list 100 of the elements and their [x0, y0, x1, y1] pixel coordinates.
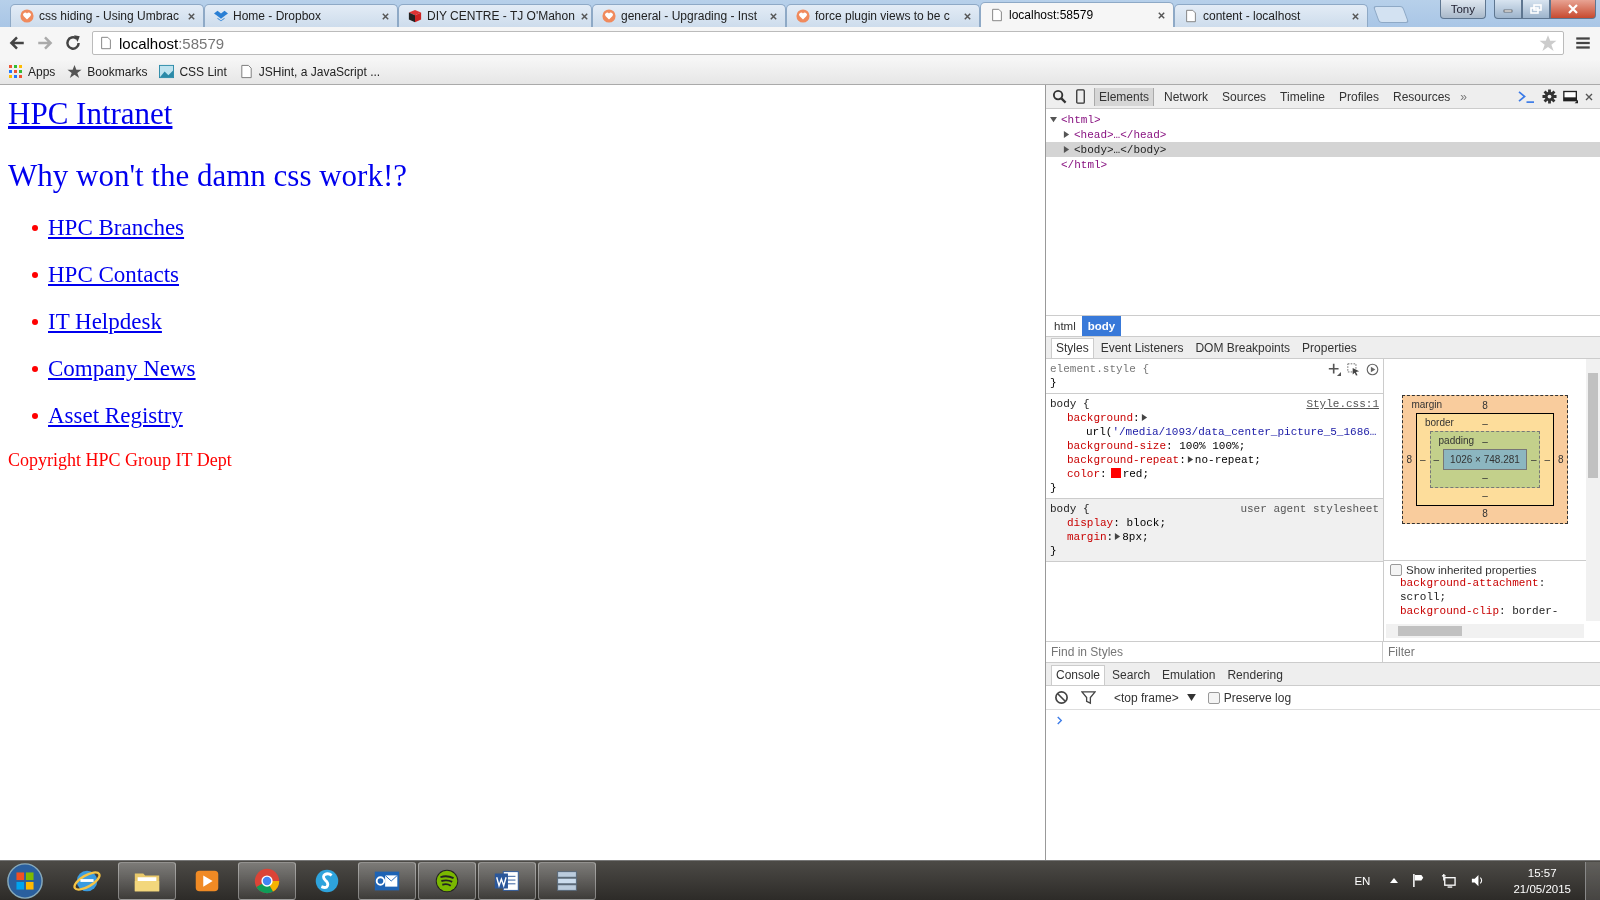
close-button[interactable] — [1550, 0, 1596, 19]
css-declaration[interactable]: background-repeat: no-repeat; — [1050, 453, 1379, 467]
bookmark-star-icon[interactable] — [1539, 34, 1557, 52]
taskbar-button[interactable] — [238, 861, 296, 900]
expand-triangle-icon[interactable] — [1114, 533, 1122, 540]
close-icon[interactable] — [381, 11, 390, 21]
css-declaration[interactable]: background-size: 100% 100%; — [1050, 439, 1379, 453]
panel-tab[interactable]: Resources — [1389, 87, 1455, 106]
clear-icon[interactable] — [1054, 690, 1069, 705]
dropdown-arrow-icon[interactable] — [1186, 694, 1196, 701]
source-link[interactable]: Style.css:1 — [1306, 398, 1379, 410]
show-desktop-button[interactable] — [1585, 861, 1600, 900]
settings-icon[interactable] — [1542, 89, 1557, 104]
play-circle-icon[interactable] — [1366, 362, 1379, 376]
panel-tab[interactable]: Network — [1160, 87, 1213, 106]
panel-tab[interactable]: Sources — [1218, 87, 1271, 106]
browser-tab[interactable]: general - Upgrading - Inst — [592, 4, 786, 27]
horizontal-scrollbar[interactable] — [1386, 624, 1584, 638]
close-icon[interactable] — [963, 11, 972, 21]
restore-button[interactable] — [1522, 0, 1550, 19]
profile-button[interactable]: Tony — [1439, 0, 1486, 19]
nav-link[interactable]: HPC Contacts — [48, 261, 179, 289]
network-icon[interactable] — [1441, 873, 1457, 888]
mobile-device-icon[interactable] — [1073, 89, 1088, 104]
close-icon[interactable] — [1351, 11, 1360, 21]
sidebar-tab[interactable]: Properties — [1297, 338, 1362, 358]
reload-icon[interactable] — [64, 34, 82, 52]
drawer-tab[interactable]: Emulation — [1157, 665, 1221, 685]
close-icon[interactable] — [1584, 91, 1594, 102]
color-swatch[interactable] — [1110, 468, 1121, 478]
minimize-button[interactable] — [1494, 0, 1522, 19]
taskbar-button[interactable] — [538, 861, 596, 900]
source-label: user agent stylesheet — [1240, 503, 1379, 515]
checkbox-label[interactable]: Show inherited properties — [1390, 564, 1584, 576]
menu-icon[interactable] — [1574, 34, 1592, 52]
drawer-tab[interactable]: Search — [1107, 665, 1156, 685]
show-hidden-icons-icon[interactable] — [1390, 878, 1399, 883]
close-icon[interactable] — [769, 11, 778, 21]
bookmark-link[interactable]: JSHint, a JavaScript ... — [238, 64, 381, 79]
panel-tab[interactable]: Profiles — [1335, 87, 1383, 106]
browser-tab[interactable]: force plugin views to be c — [786, 4, 980, 27]
dom-node[interactable]: </html> — [1046, 157, 1600, 172]
language-indicator[interactable]: EN — [1354, 874, 1371, 887]
search-icon[interactable] — [1052, 89, 1067, 104]
nav-link[interactable]: Asset Registry — [48, 402, 183, 430]
console-prompt-icon[interactable] — [1517, 89, 1536, 104]
dom-node[interactable]: <body>…</body> — [1046, 142, 1600, 157]
css-declaration[interactable]: display: block; — [1050, 516, 1379, 530]
dom-node[interactable]: <html> — [1046, 112, 1600, 127]
sidebar-tab[interactable]: DOM Breakpoints — [1190, 338, 1296, 358]
nav-link[interactable]: IT Helpdesk — [48, 308, 162, 336]
breadcrumb[interactable]: body — [1081, 316, 1122, 336]
css-declaration[interactable]: margin: 8px; — [1050, 530, 1379, 544]
checkbox[interactable] — [1390, 564, 1402, 576]
browser-tab[interactable]: content - localhost — [1174, 4, 1368, 27]
sidebar-tab[interactable]: Styles — [1051, 338, 1094, 358]
close-icon[interactable] — [579, 11, 589, 21]
more-panels-button[interactable]: » — [1460, 89, 1468, 104]
dock-icon[interactable] — [1563, 89, 1578, 104]
disclosure-triangle-icon[interactable] — [1050, 116, 1057, 123]
drawer-tab[interactable]: Rendering — [1222, 665, 1288, 685]
breadcrumb[interactable]: html — [1048, 316, 1082, 336]
browser-tab[interactable]: Home - Dropbox — [204, 4, 398, 27]
filter-icon[interactable] — [1081, 690, 1096, 705]
nav-link[interactable]: Company News — [48, 355, 196, 383]
sidebar-tab[interactable]: Event Listeners — [1095, 338, 1189, 358]
panel-tab[interactable]: Elements — [1094, 87, 1155, 106]
browser-tab[interactable]: css hiding - Using Umbrac — [10, 4, 204, 27]
taskbar-button[interactable] — [418, 861, 476, 900]
expand-triangle-icon[interactable] — [1186, 456, 1194, 463]
checkbox-label[interactable]: Preserve log — [1207, 690, 1292, 705]
browser-tab[interactable]: DIY CENTRE - TJ O'Mahon — [398, 4, 592, 27]
drawer-tab[interactable]: Console — [1051, 665, 1106, 685]
taskbar-button[interactable] — [118, 861, 176, 900]
disclosure-triangle-icon[interactable] — [1063, 131, 1070, 138]
frame-selector[interactable]: <top frame> — [1114, 690, 1179, 705]
bookmark-link[interactable]: Apps — [8, 64, 56, 79]
dom-node[interactable]: <head>…</head> — [1046, 127, 1600, 142]
bookmark-link[interactable]: Bookmarks — [67, 64, 148, 79]
bookmark-link[interactable]: CSS Lint — [159, 64, 227, 79]
close-icon[interactable] — [1157, 10, 1166, 20]
back-icon[interactable] — [8, 34, 26, 52]
close-icon[interactable] — [187, 11, 196, 21]
taskbar-button[interactable] — [478, 861, 536, 900]
panel-tab[interactable]: Timeline — [1276, 87, 1329, 106]
clock[interactable]: 15:57 21/05/2015 — [1513, 864, 1571, 897]
element-state-icon[interactable] — [1347, 362, 1360, 376]
css-declaration[interactable]: color: red; — [1050, 467, 1379, 481]
plus-icon[interactable] — [1328, 362, 1341, 376]
address-field[interactable]: localhost:58579 — [92, 31, 1564, 55]
css-declaration[interactable]: background: url('/media/1093/data_center_picture_5_1686… — [1050, 411, 1379, 439]
checkbox[interactable] — [1207, 691, 1220, 704]
nav-link[interactable]: HPC Branches — [48, 214, 185, 242]
browser-tab[interactable]: localhost:58579 — [980, 2, 1174, 27]
expand-triangle-icon[interactable] — [1140, 414, 1148, 421]
site-title-link[interactable]: HPC Intranet — [8, 96, 173, 131]
disclosure-triangle-icon[interactable] — [1063, 146, 1070, 153]
start-button[interactable] — [6, 861, 44, 900]
vertical-scrollbar[interactable] — [1586, 359, 1600, 621]
taskbar-button[interactable] — [358, 861, 416, 900]
